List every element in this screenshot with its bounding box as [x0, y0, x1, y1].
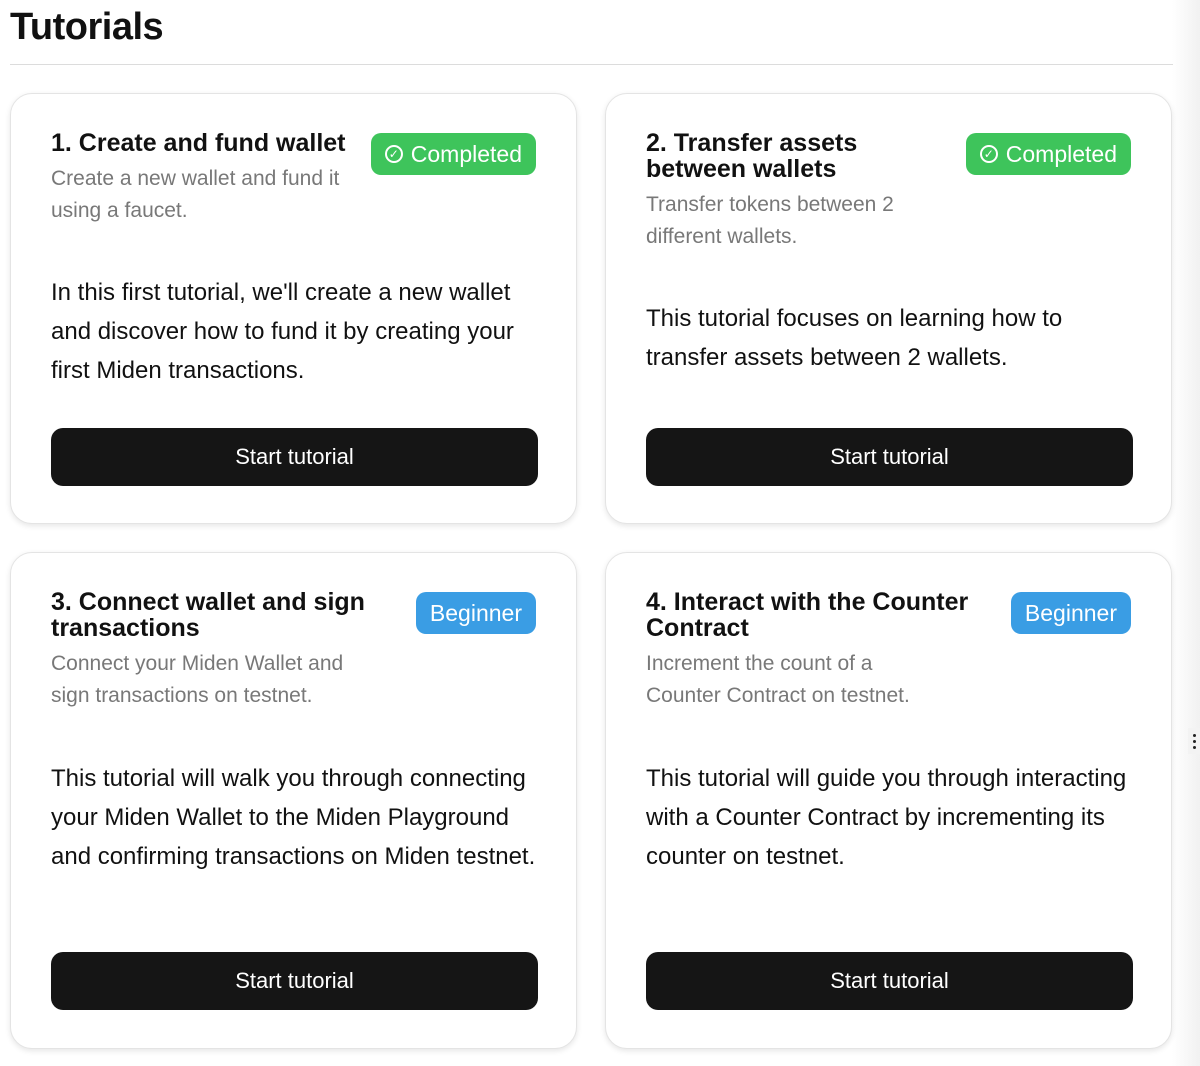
start-tutorial-button[interactable]: Start tutorial	[51, 952, 538, 1010]
level-badge: Beginner	[1010, 592, 1131, 634]
tutorial-card: 2. Transfer assets between wallets Trans…	[605, 93, 1172, 524]
tutorial-card: 1. Create and fund wallet Create a new w…	[10, 93, 577, 524]
tutorial-card: 4. Interact with the Counter Contract In…	[605, 552, 1172, 1049]
tutorial-subtitle: Connect your Miden Wallet and sign trans…	[51, 652, 344, 707]
page-title: Tutorials	[10, 6, 164, 48]
tutorial-description: This tutorial focuses on learning how to…	[646, 305, 1063, 371]
start-tutorial-button[interactable]: Start tutorial	[646, 428, 1133, 486]
title-divider	[10, 64, 1173, 65]
tutorial-subtitle: Transfer tokens between 2 different wall…	[646, 193, 894, 248]
check-circle-icon: ✓	[384, 145, 403, 163]
start-tutorial-button[interactable]: Start tutorial	[646, 952, 1133, 1010]
badge-label: Completed	[1005, 140, 1117, 167]
badge-label: Beginner	[429, 599, 522, 626]
page-edge-shade	[1172, 0, 1200, 1066]
resize-handle[interactable]	[1188, 728, 1200, 754]
tutorial-description: In this first tutorial, we'll create a n…	[51, 279, 514, 384]
tutorial-subtitle: Increment the count of a Counter Contrac…	[646, 652, 910, 707]
status-badge: ✓ Completed	[370, 133, 536, 175]
level-badge: Beginner	[415, 592, 536, 634]
badge-label: Beginner	[1024, 599, 1117, 626]
tutorial-card: 3. Connect wallet and sign transactions …	[10, 552, 577, 1049]
start-tutorial-button[interactable]: Start tutorial	[51, 428, 538, 486]
badge-label: Completed	[410, 140, 522, 167]
status-badge: ✓ Completed	[965, 133, 1131, 175]
tutorial-description: This tutorial will guide you through int…	[646, 765, 1127, 870]
check-circle-icon: ✓	[979, 145, 998, 163]
tutorial-description: This tutorial will walk you through conn…	[51, 765, 536, 870]
